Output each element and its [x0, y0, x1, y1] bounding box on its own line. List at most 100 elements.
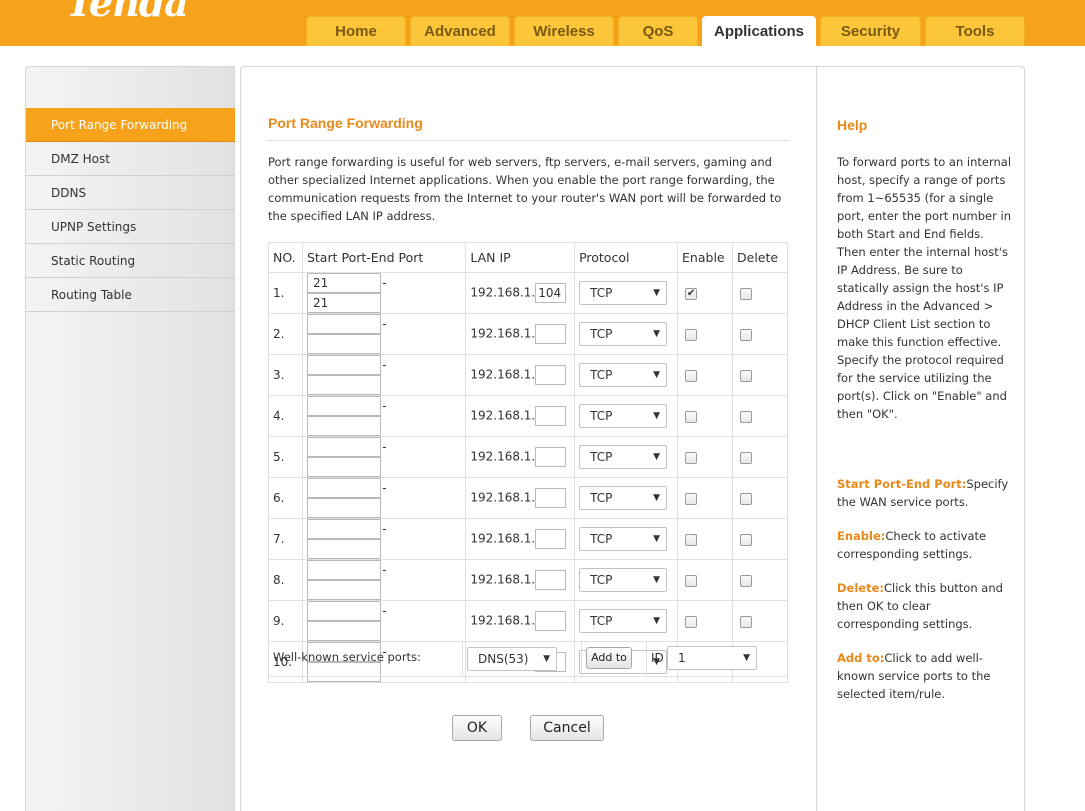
- lan-ip-input[interactable]: [535, 365, 567, 385]
- lan-ip-cell: 192.168.1.: [465, 395, 576, 437]
- delete-checkbox[interactable]: [740, 615, 752, 628]
- end-port-input[interactable]: [306, 580, 381, 600]
- protocol-select[interactable]: TCP▼: [579, 527, 668, 551]
- sidebar-item-routing-table[interactable]: Routing Table: [26, 278, 235, 312]
- enable-checkbox[interactable]: [685, 533, 698, 546]
- help-start-end-label: Start Port-End Port:: [837, 477, 967, 491]
- start-port-input[interactable]: [306, 314, 381, 334]
- well-known-ports-row: Well-known service ports: DNS(53) ▼ Add t…: [268, 641, 788, 677]
- end-port-input[interactable]: [306, 498, 381, 518]
- protocol-select[interactable]: TCP▼: [579, 609, 668, 633]
- sidebar-item-port-range-forwarding[interactable]: Port Range Forwarding: [26, 108, 235, 142]
- lan-ip-input[interactable]: [535, 570, 567, 590]
- lan-ip-input[interactable]: 104: [535, 283, 567, 303]
- sidebar-item-dmz-host[interactable]: DMZ Host: [26, 142, 235, 176]
- protocol-select[interactable]: TCP▼: [579, 363, 668, 387]
- sidebar-item-ddns[interactable]: DDNS: [26, 176, 235, 210]
- end-port-input[interactable]: [306, 334, 381, 354]
- enable-checkbox[interactable]: [685, 328, 698, 341]
- protocol-select[interactable]: TCP▼: [579, 486, 668, 510]
- lan-ip-input[interactable]: [535, 406, 567, 426]
- start-port-input[interactable]: [306, 437, 381, 457]
- protocol-select[interactable]: TCP▼: [579, 322, 668, 346]
- tab-wireless[interactable]: Wireless: [514, 16, 614, 46]
- enable-cell: [677, 600, 733, 642]
- end-port-input[interactable]: [306, 457, 381, 477]
- id-select[interactable]: 1 ▼: [667, 646, 757, 670]
- enable-checkbox[interactable]: [685, 451, 698, 464]
- end-port-input[interactable]: [306, 621, 381, 641]
- lan-ip-input[interactable]: [535, 488, 567, 508]
- ip-prefix: 192.168.1.: [470, 531, 536, 546]
- divider: [462, 641, 463, 677]
- help-intro: To forward ports to an internal host, sp…: [837, 155, 1012, 421]
- enable-checkbox[interactable]: [685, 574, 698, 587]
- delete-checkbox[interactable]: [740, 369, 752, 382]
- delete-checkbox[interactable]: [740, 287, 752, 300]
- cancel-button[interactable]: Cancel: [530, 715, 604, 741]
- start-port-input[interactable]: [306, 560, 381, 580]
- enable-cell: [677, 313, 733, 355]
- delete-cell: [732, 272, 788, 314]
- enable-checkbox[interactable]: ✔: [685, 287, 698, 300]
- enable-checkbox[interactable]: [685, 369, 698, 382]
- col-lan-ip-header: LAN IP: [465, 242, 576, 273]
- end-port-input[interactable]: 21: [306, 293, 381, 313]
- tab-tools[interactable]: Tools: [925, 16, 1025, 46]
- service-select[interactable]: DNS(53) ▼: [467, 647, 557, 671]
- tab-advanced[interactable]: Advanced: [410, 16, 510, 46]
- lan-ip-input[interactable]: [535, 447, 567, 467]
- delete-checkbox[interactable]: [740, 410, 752, 423]
- tab-applications[interactable]: Applications: [702, 16, 816, 46]
- protocol-select[interactable]: TCP▼: [579, 568, 668, 592]
- start-port-input[interactable]: [306, 478, 381, 498]
- sidebar-item-upnp-settings[interactable]: UPNP Settings: [26, 210, 235, 244]
- delete-cell: [732, 477, 788, 519]
- start-port-input[interactable]: 21: [306, 273, 381, 293]
- lan-ip-input[interactable]: [535, 529, 567, 549]
- start-port-input[interactable]: [306, 396, 381, 416]
- delete-checkbox[interactable]: [740, 574, 752, 587]
- end-port-input[interactable]: [306, 416, 381, 436]
- tab-home[interactable]: Home: [306, 16, 406, 46]
- tab-security[interactable]: Security: [820, 16, 921, 46]
- protocol-select[interactable]: TCP▼: [579, 404, 668, 428]
- ok-button[interactable]: OK: [452, 715, 502, 741]
- protocol-select[interactable]: TCP▼: [579, 445, 668, 469]
- row-number: 2.: [268, 313, 303, 355]
- row-number: 3.: [268, 354, 303, 396]
- delete-checkbox[interactable]: [740, 492, 752, 505]
- delete-checkbox[interactable]: [740, 451, 752, 464]
- port-range-cell: -: [301, 600, 467, 642]
- protocol-cell: TCP▼: [574, 354, 679, 396]
- port-forwarding-table: NO. Start Port-End Port LAN IP Protocol …: [268, 242, 788, 683]
- start-port-input[interactable]: [306, 355, 381, 375]
- delete-checkbox[interactable]: [740, 328, 752, 341]
- lan-ip-cell: 192.168.1.: [465, 313, 576, 355]
- end-port-input[interactable]: [306, 375, 381, 395]
- protocol-cell: TCP▼: [574, 477, 679, 519]
- delete-checkbox[interactable]: [740, 533, 752, 546]
- start-port-input[interactable]: [306, 519, 381, 539]
- protocol-cell: TCP▼: [574, 600, 679, 642]
- lan-ip-input[interactable]: [535, 324, 567, 344]
- port-dash: -: [382, 357, 387, 372]
- enable-checkbox[interactable]: [685, 615, 698, 628]
- end-port-input[interactable]: [306, 539, 381, 559]
- header-bar: Tenda Home Advanced Wireless QoS Applica…: [0, 0, 1085, 46]
- tab-qos[interactable]: QoS: [618, 16, 698, 46]
- lan-ip-input[interactable]: [535, 611, 567, 631]
- add-to-button[interactable]: Add to: [586, 647, 632, 669]
- ip-prefix: 192.168.1.: [470, 408, 536, 423]
- sidebar-item-static-routing[interactable]: Static Routing: [26, 244, 235, 278]
- enable-checkbox[interactable]: [685, 492, 698, 505]
- enable-checkbox[interactable]: [685, 410, 698, 423]
- delete-cell: [732, 436, 788, 478]
- intro-text: Port range forwarding is useful for web …: [268, 155, 782, 223]
- protocol-cell: TCP▼: [574, 313, 679, 355]
- protocol-cell: TCP▼: [574, 518, 679, 560]
- chevron-down-icon: ▼: [653, 370, 661, 380]
- start-port-input[interactable]: [306, 601, 381, 621]
- lan-ip-cell: 192.168.1.: [465, 354, 576, 396]
- protocol-select[interactable]: TCP▼: [579, 281, 668, 305]
